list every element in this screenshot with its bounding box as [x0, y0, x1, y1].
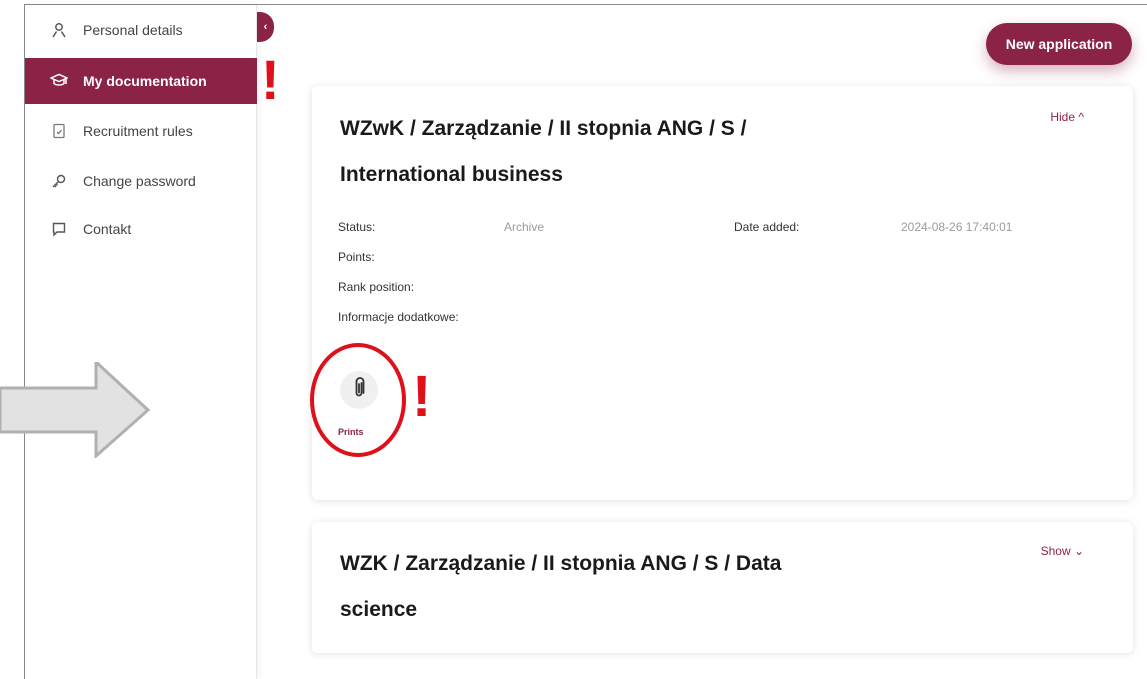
- sidebar: Personal details My documentation Recrui…: [25, 5, 257, 679]
- collapse-sidebar-button[interactable]: ‹: [257, 12, 274, 42]
- card-title: WZK / Zarządzanie / II stopnia ANG / S /…: [340, 552, 782, 621]
- annotation-exclamation-mark: !: [412, 364, 432, 429]
- sidebar-item-recruitment-rules[interactable]: Recruitment rules: [25, 108, 257, 154]
- sidebar-item-my-documentation[interactable]: My documentation: [25, 58, 257, 104]
- annotation-circle: [310, 343, 406, 457]
- points-label: Points:: [338, 250, 375, 264]
- date-added-label: Date added:: [734, 220, 800, 234]
- card-title: WZwK / Zarządzanie / II stopnia ANG / S …: [340, 117, 747, 186]
- new-application-button[interactable]: New application: [986, 23, 1132, 65]
- sidebar-item-label: My documentation: [83, 73, 207, 89]
- annotation-exclamation-mark: !: [261, 48, 280, 111]
- graduation-cap-icon: [49, 71, 69, 91]
- rank-position-label: Rank position:: [338, 280, 415, 294]
- key-icon: [49, 171, 69, 191]
- sidebar-item-label: Personal details: [83, 22, 183, 38]
- additional-info-label: Informacje dodatkowe:: [338, 310, 459, 324]
- sidebar-item-contakt[interactable]: Contakt: [25, 206, 257, 252]
- status-value: Archive: [504, 220, 545, 234]
- hide-toggle-link[interactable]: Hide ^: [1050, 110, 1084, 124]
- chat-icon: [49, 219, 69, 239]
- status-label: Status:: [338, 220, 376, 234]
- person-icon: [49, 20, 69, 40]
- application-card: WZwK / Zarządzanie / II stopnia ANG / S …: [312, 86, 1133, 500]
- date-added-value: 2024-08-26 17:40:01: [901, 220, 1013, 234]
- document-icon: [49, 121, 69, 141]
- application-card: WZK / Zarządzanie / II stopnia ANG / S /…: [312, 522, 1133, 653]
- sidebar-item-label: Contakt: [83, 221, 132, 237]
- sidebar-item-change-password[interactable]: Change password: [25, 158, 257, 204]
- sidebar-item-label: Change password: [83, 173, 196, 189]
- show-toggle-link[interactable]: Show ⌄: [1041, 544, 1084, 558]
- annotation-arrow-icon: [0, 362, 151, 458]
- sidebar-item-personal-details[interactable]: Personal details: [25, 7, 257, 53]
- sidebar-item-label: Recruitment rules: [83, 123, 193, 139]
